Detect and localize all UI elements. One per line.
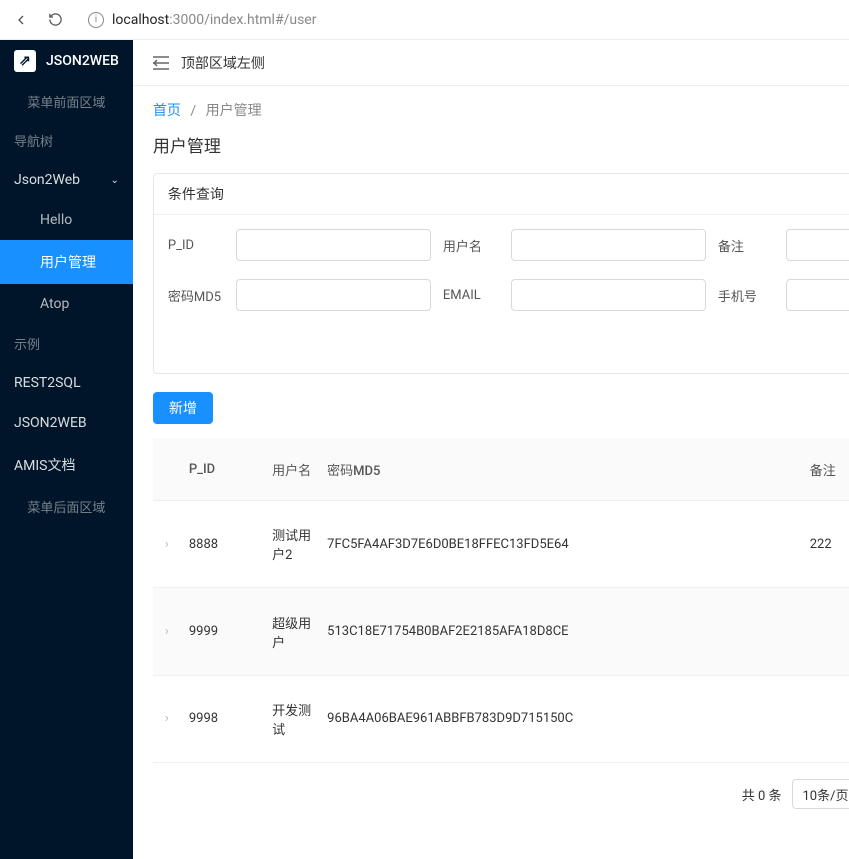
field-md5: 密码MD5 — [168, 279, 431, 311]
nav-label: 导航树 — [0, 121, 133, 160]
browser-bar: i localhost:3000/index.html#/user — [0, 0, 849, 40]
content: 首页 / 用户管理 用户管理 条件查询 P_ID 用户名 备注 密码MD5 EM… — [133, 86, 849, 859]
sidebar-link-label: AMIS文档 — [14, 455, 75, 475]
topbar: 顶部区域左侧 退出 — [133, 40, 849, 86]
row-expand[interactable]: › — [153, 501, 181, 588]
input-remark[interactable] — [786, 229, 849, 261]
sidebar-item-hello[interactable]: Hello — [0, 200, 133, 240]
cell-remark — [802, 588, 847, 675]
sidebar-item-user[interactable]: 用户管理 — [0, 240, 133, 284]
cell-md5: 513C18E71754B0BAF2E2185AFA18D8CE — [319, 588, 802, 675]
label-md5: 密码MD5 — [168, 286, 228, 305]
col-remark: 备注 — [802, 438, 847, 501]
table-row: ›8888测试用户27FC5FA4AF3D7E6D0BE18FFEC13FD5E… — [153, 501, 849, 588]
sidebar: ⇗ JSON2WEB 菜单前面区域 导航树 Json2Web ⌄ Hello 用… — [0, 40, 133, 859]
field-pid: P_ID — [168, 229, 431, 261]
sidebar-link-label: JSON2WEB — [14, 415, 87, 431]
url-text: localhost:3000/index.html#/user — [112, 12, 316, 28]
query-panel: 条件查询 P_ID 用户名 备注 密码MD5 EMAIL 手机号 重置 查询 — [153, 173, 849, 374]
cell-remark: 222 — [802, 501, 847, 588]
label-username: 用户名 — [443, 236, 503, 255]
crumb-home[interactable]: 首页 — [153, 103, 181, 119]
crumb-current: 用户管理 — [206, 103, 262, 119]
sidebar-group-json2web[interactable]: Json2Web ⌄ — [0, 160, 133, 200]
sidebar-after: 菜单后面区域 — [0, 487, 133, 526]
table-row: ›9999超级用户513C18E71754B0BAF2E2185AFA18D8C… — [153, 588, 849, 675]
cell-username: 测试用户2 — [264, 501, 319, 588]
pager: 共 0 条 10条/页 ⌄ ‹ 1 › — [153, 763, 849, 817]
input-phone[interactable] — [786, 279, 849, 311]
input-email[interactable] — [511, 279, 706, 311]
label-pid: P_ID — [168, 238, 228, 253]
field-username: 用户名 — [443, 229, 706, 261]
cell-username: 开发测试 — [264, 675, 319, 762]
pager-total: 共 0 条 — [742, 785, 782, 804]
page-size-select[interactable]: 10条/页 ⌄ — [792, 779, 849, 809]
label-phone: 手机号 — [718, 286, 778, 305]
collapse-icon[interactable] — [153, 56, 169, 70]
cell-username: 超级用户 — [264, 588, 319, 675]
sidebar-group-label: Json2Web — [14, 172, 80, 188]
main: 顶部区域左侧 退出 首页 / 用户管理 用户管理 条件查询 P_ID 用户名 备… — [133, 40, 849, 859]
input-username[interactable] — [511, 229, 706, 261]
label-email: EMAIL — [443, 288, 503, 303]
info-icon: i — [88, 12, 104, 28]
brand-icon: ⇗ — [14, 50, 36, 72]
page-size-label: 10条/页 — [803, 785, 849, 804]
cell-pid: 8888 — [181, 501, 264, 588]
url-box[interactable]: i localhost:3000/index.html#/user — [80, 12, 837, 28]
chevron-down-icon: ⌄ — [110, 175, 118, 186]
brand[interactable]: ⇗ JSON2WEB — [0, 40, 133, 82]
back-icon[interactable] — [12, 11, 30, 29]
input-pid[interactable] — [236, 229, 431, 261]
sidebar-link-rest2sql[interactable]: REST2SQL — [0, 363, 133, 403]
label-remark: 备注 — [718, 236, 778, 255]
user-table: P_ID 用户名 密码MD5 备注 EMAIL 手机号 操作 ›8888测试用户… — [153, 438, 849, 763]
query-title: 条件查询 — [154, 174, 849, 215]
cell-md5: 96BA4A06BAE961ABBFB783D9D715150C — [319, 675, 802, 762]
reload-icon[interactable] — [46, 11, 64, 29]
topbar-left-text: 顶部区域左侧 — [181, 53, 265, 73]
row-expand[interactable]: › — [153, 675, 181, 762]
sidebar-link-label: REST2SQL — [14, 375, 81, 391]
col-username: 用户名 — [264, 438, 319, 501]
table-row: ›9998开发测试96BA4A06BAE961ABBFB783D9D715150… — [153, 675, 849, 762]
cell-remark — [802, 675, 847, 762]
field-phone: 手机号 — [718, 279, 849, 311]
field-remark: 备注 — [718, 229, 849, 261]
add-button[interactable]: 新增 — [153, 392, 213, 424]
sidebar-item-atop[interactable]: Atop — [0, 284, 133, 324]
breadcrumb: 首页 / 用户管理 — [153, 96, 849, 132]
col-index — [153, 438, 181, 501]
brand-text: JSON2WEB — [46, 53, 119, 69]
example-label: 示例 — [0, 324, 133, 363]
cell-md5: 7FC5FA4AF3D7E6D0BE18FFEC13FD5E64 — [319, 501, 802, 588]
cell-pid: 9999 — [181, 588, 264, 675]
sidebar-before: 菜单前面区域 — [0, 82, 133, 121]
col-md5: 密码MD5 — [319, 438, 802, 501]
field-email: EMAIL — [443, 279, 706, 311]
sidebar-link-json2web[interactable]: JSON2WEB — [0, 403, 133, 443]
page-title: 用户管理 — [153, 132, 849, 157]
sidebar-link-amis[interactable]: AMIS文档 — [0, 443, 133, 487]
col-pid: P_ID — [181, 438, 264, 501]
input-md5[interactable] — [236, 279, 431, 311]
cell-pid: 9998 — [181, 675, 264, 762]
row-expand[interactable]: › — [153, 588, 181, 675]
